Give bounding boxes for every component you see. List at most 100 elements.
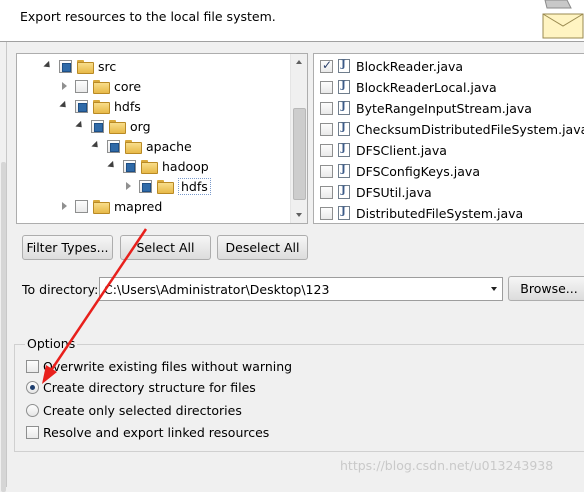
- file-checkbox[interactable]: [320, 185, 333, 199]
- directory-combobox[interactable]: C:\Users\Administrator\Desktop\123: [99, 277, 503, 301]
- scroll-up-arrow-icon[interactable]: [291, 54, 308, 71]
- source-folder-icon: [77, 60, 94, 74]
- file-label: DFSUtil.java: [356, 184, 432, 200]
- folder-icon: [141, 160, 158, 174]
- expand-arrow-icon[interactable]: [107, 161, 117, 171]
- collapse-arrow-icon[interactable]: [59, 81, 69, 91]
- export-wizard-icon: [542, 0, 584, 39]
- list-item[interactable]: DistributedFileSystem.java: [320, 203, 523, 223]
- tree-checkbox[interactable]: [59, 59, 72, 73]
- list-item[interactable]: ByteRangeInputStream.java: [320, 98, 532, 118]
- tree-checkbox[interactable]: [107, 139, 120, 153]
- tree-item[interactable]: hdfs: [59, 97, 141, 115]
- java-file-icon: [338, 206, 350, 220]
- java-file-icon: [338, 143, 350, 157]
- tree-checkbox[interactable]: [75, 199, 88, 213]
- folder-icon: [125, 140, 142, 154]
- file-checkbox[interactable]: [320, 206, 333, 220]
- tree-item-label: apache: [146, 138, 192, 154]
- tree-item-label: core: [114, 78, 142, 94]
- folder-icon: [93, 200, 110, 214]
- list-item[interactable]: ChecksumDistributedFileSystem.java: [320, 119, 584, 139]
- file-label: ChecksumDistributedFileSystem.java: [356, 121, 584, 137]
- create-structure-option[interactable]: Create directory structure for files: [26, 378, 256, 396]
- expand-arrow-icon[interactable]: [91, 141, 101, 151]
- create-selected-label: Create only selected directories: [43, 402, 242, 418]
- options-title: Options: [25, 336, 78, 351]
- tree-checkbox[interactable]: [91, 119, 104, 133]
- select-all-button[interactable]: Select All: [120, 235, 211, 260]
- overwrite-checkbox[interactable]: [26, 359, 39, 373]
- create-selected-option[interactable]: Create only selected directories: [26, 401, 242, 419]
- tree-item[interactable]: core: [59, 77, 141, 95]
- tree-item[interactable]: org: [75, 117, 151, 135]
- create-structure-radio[interactable]: [26, 380, 39, 394]
- file-checkbox[interactable]: [320, 101, 333, 115]
- tree-item-label: org: [130, 118, 151, 134]
- file-list[interactable]: BlockReader.java BlockReaderLocal.java B…: [313, 53, 584, 224]
- expand-arrow-icon[interactable]: [75, 121, 85, 131]
- scrollbar-thumb[interactable]: [293, 108, 306, 200]
- tree-item-label: hdfs: [178, 177, 211, 195]
- file-label: DistributedFileSystem.java: [356, 205, 524, 221]
- overwrite-label: Overwrite existing files without warning: [43, 358, 293, 374]
- directory-value[interactable]: C:\Users\Administrator\Desktop\123: [100, 282, 486, 297]
- tree-item-label: hadoop: [162, 158, 209, 174]
- browse-button[interactable]: Browse...: [508, 276, 584, 301]
- tree-item[interactable]: src: [43, 57, 116, 75]
- file-label: DFSConfigKeys.java: [356, 163, 480, 179]
- tree-checkbox[interactable]: [75, 79, 88, 93]
- tree-item-label: hdfs: [114, 98, 141, 114]
- tree-item-label: src: [98, 58, 117, 74]
- tree-item[interactable]: hadoop: [107, 157, 209, 175]
- java-file-icon: [338, 164, 350, 178]
- outer-scrollbar-thumb[interactable]: [1, 162, 6, 492]
- folder-icon: [93, 80, 110, 94]
- tree-item[interactable]: apache: [91, 137, 192, 155]
- tree-checkbox[interactable]: [123, 159, 136, 173]
- collapse-arrow-icon[interactable]: [123, 181, 133, 191]
- list-item[interactable]: DFSUtil.java: [320, 182, 432, 202]
- expand-arrow-icon[interactable]: [59, 101, 69, 111]
- collapse-arrow-icon[interactable]: [59, 201, 69, 211]
- java-file-icon: [338, 185, 350, 199]
- wizard-header: Export resources to the local file syste…: [0, 0, 584, 42]
- folder-tree[interactable]: src core hdfs org apache hadoop hdfs map…: [16, 53, 308, 224]
- file-checkbox[interactable]: [320, 58, 333, 73]
- list-item[interactable]: BlockReader.java: [320, 56, 463, 76]
- resolve-linked-option[interactable]: Resolve and export linked resources: [26, 423, 269, 441]
- tree-scrollbar[interactable]: [290, 54, 307, 223]
- file-checkbox[interactable]: [320, 143, 333, 157]
- file-label: BlockReaderLocal.java: [356, 79, 497, 95]
- folder-icon: [93, 100, 110, 114]
- file-label: ByteRangeInputStream.java: [356, 100, 532, 116]
- tree-item[interactable]: hdfs: [123, 177, 211, 195]
- window-left-edge: [0, 42, 7, 492]
- resolve-linked-checkbox[interactable]: [26, 425, 39, 439]
- java-file-icon: [338, 59, 350, 73]
- tree-checkbox[interactable]: [75, 99, 88, 113]
- file-checkbox[interactable]: [320, 80, 333, 94]
- file-label: DFSClient.java: [356, 142, 447, 158]
- file-checkbox[interactable]: [320, 164, 333, 178]
- deselect-all-button[interactable]: Deselect All: [217, 235, 308, 260]
- tree-checkbox[interactable]: [139, 179, 152, 193]
- overwrite-option[interactable]: Overwrite existing files without warning: [26, 357, 292, 375]
- tree-item[interactable]: mapred: [59, 197, 162, 215]
- list-item[interactable]: DFSClient.java: [320, 140, 447, 160]
- folder-icon: [157, 180, 174, 194]
- scroll-down-arrow-icon[interactable]: [291, 206, 308, 223]
- to-directory-label: To directory:: [22, 282, 99, 297]
- list-item[interactable]: BlockReaderLocal.java: [320, 77, 497, 97]
- header-description: Export resources to the local file syste…: [20, 9, 276, 24]
- filter-types-button[interactable]: Filter Types...: [22, 235, 113, 260]
- create-structure-label: Create directory structure for files: [43, 379, 256, 395]
- folder-icon: [109, 120, 126, 134]
- expand-arrow-icon[interactable]: [43, 61, 53, 71]
- dropdown-arrow-icon[interactable]: [486, 278, 502, 300]
- java-file-icon: [338, 122, 350, 136]
- list-item[interactable]: DFSConfigKeys.java: [320, 161, 480, 181]
- create-selected-radio[interactable]: [26, 403, 39, 417]
- file-checkbox[interactable]: [320, 122, 333, 136]
- tree-item-label: mapred: [114, 198, 163, 214]
